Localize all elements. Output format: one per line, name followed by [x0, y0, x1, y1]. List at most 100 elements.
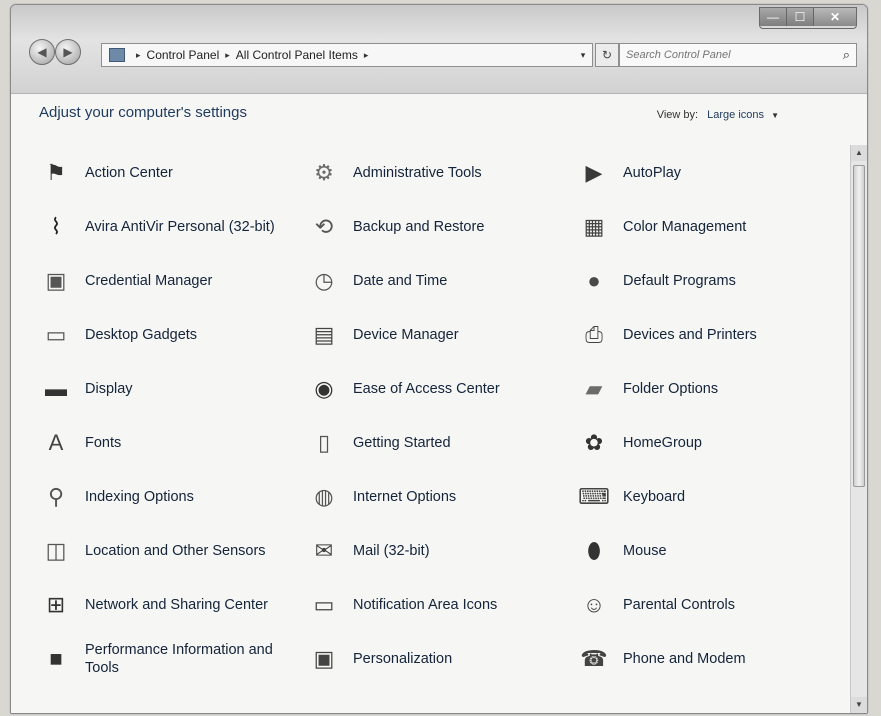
personalization-icon[interactable]: ▣ [309, 644, 339, 674]
control-panel-item-label[interactable]: Personalization [353, 650, 452, 668]
control-panel-item[interactable]: ◉ Ease of Access Center [309, 366, 559, 412]
search-box[interactable]: ⌕ [619, 43, 857, 67]
autoplay-icon[interactable]: ▶ [579, 158, 609, 188]
network-icon[interactable]: ⊞ [41, 590, 71, 620]
parental-controls-icon[interactable]: ☺ [579, 590, 609, 620]
control-panel-item-label[interactable]: Ease of Access Center [353, 380, 500, 398]
control-panel-item[interactable]: ⎙ Devices and Printers [579, 312, 829, 358]
control-panel-item-label[interactable]: Getting Started [353, 434, 451, 452]
control-panel-item[interactable]: ▤ Device Manager [309, 312, 559, 358]
control-panel-item[interactable]: ⬮ Mouse [579, 528, 829, 574]
display-icon[interactable]: ▬ [41, 374, 71, 404]
control-panel-item[interactable]: ▦ Color Management [579, 204, 829, 250]
mail-icon[interactable]: ✉ [309, 536, 339, 566]
control-panel-item[interactable]: ☺ Parental Controls [579, 582, 829, 628]
backup-icon[interactable]: ⟲ [309, 212, 339, 242]
address-dropdown-icon[interactable]: ▾ [574, 50, 592, 61]
control-panel-item-label[interactable]: Action Center [85, 164, 173, 182]
control-panel-item-label[interactable]: Desktop Gadgets [85, 326, 197, 344]
back-button[interactable]: ◀ [29, 39, 55, 65]
control-panel-item-label[interactable]: Internet Options [353, 488, 456, 506]
control-panel-item-label[interactable]: Default Programs [623, 272, 736, 290]
location-icon[interactable]: ◫ [41, 536, 71, 566]
control-panel-item[interactable]: ▯ Getting Started [309, 420, 559, 466]
control-panel-item[interactable]: ■ Performance Information and Tools [41, 636, 291, 682]
control-panel-item[interactable]: ▣ Credential Manager [41, 258, 291, 304]
control-panel-item-label[interactable]: Indexing Options [85, 488, 194, 506]
control-panel-item[interactable]: ▭ Notification Area Icons [309, 582, 559, 628]
fonts-icon[interactable]: A [41, 428, 71, 458]
control-panel-item-label[interactable]: Backup and Restore [353, 218, 484, 236]
control-panel-item[interactable]: ⚲ Indexing Options [41, 474, 291, 520]
control-panel-item-label[interactable]: Fonts [85, 434, 121, 452]
control-panel-item[interactable]: ⟲ Backup and Restore [309, 204, 559, 250]
control-panel-item-label[interactable]: Network and Sharing Center [85, 596, 268, 614]
control-panel-item-label[interactable]: Avira AntiVir Personal (32-bit) [85, 218, 275, 236]
control-panel-item-label[interactable]: Device Manager [353, 326, 459, 344]
performance-icon[interactable]: ■ [41, 644, 71, 674]
control-panel-item[interactable]: ⚙ Administrative Tools [309, 150, 559, 196]
control-panel-item-label[interactable]: Mail (32-bit) [353, 542, 430, 560]
default-programs-icon[interactable]: ● [579, 266, 609, 296]
control-panel-item-label[interactable]: Date and Time [353, 272, 447, 290]
folder-icon[interactable]: ▰ [579, 374, 609, 404]
gadgets-icon[interactable]: ▭ [41, 320, 71, 350]
phone-icon[interactable]: ☎ [579, 644, 609, 674]
breadcrumb-separator-icon[interactable]: ▸ [136, 50, 141, 61]
control-panel-item[interactable]: ▭ Desktop Gadgets [41, 312, 291, 358]
control-panel-item-label[interactable]: Location and Other Sensors [85, 542, 266, 560]
clock-icon[interactable]: ◷ [309, 266, 339, 296]
control-panel-item-label[interactable]: Display [85, 380, 133, 398]
breadcrumb-all-items[interactable]: All Control Panel Items [236, 48, 358, 62]
breadcrumb-separator-icon[interactable]: ▸ [364, 50, 369, 61]
breadcrumb-separator-icon[interactable]: ▸ [225, 50, 230, 61]
homegroup-icon[interactable]: ✿ [579, 428, 609, 458]
scroll-down-icon[interactable]: ▼ [851, 697, 867, 713]
control-panel-item[interactable]: ▣ Personalization [309, 636, 559, 682]
view-by-dropdown[interactable]: Large icons [707, 109, 764, 121]
address-bar[interactable]: ▸ Control Panel ▸ All Control Panel Item… [101, 43, 593, 67]
control-panel-item-label[interactable]: Parental Controls [623, 596, 735, 614]
control-panel-item[interactable]: ◫ Location and Other Sensors [41, 528, 291, 574]
control-panel-item[interactable]: ▶ AutoPlay [579, 150, 829, 196]
control-panel-item-label[interactable]: Notification Area Icons [353, 596, 497, 614]
control-panel-item[interactable]: ⚑ Action Center [41, 150, 291, 196]
flag-icon[interactable]: ⚑ [41, 158, 71, 188]
search-input[interactable] [620, 48, 828, 62]
color-management-icon[interactable]: ▦ [579, 212, 609, 242]
breadcrumb-control-panel[interactable]: Control Panel [147, 48, 220, 62]
control-panel-item-label[interactable]: Color Management [623, 218, 746, 236]
control-panel-item[interactable]: ● Default Programs [579, 258, 829, 304]
maximize-button[interactable]: ☐ [786, 8, 813, 26]
control-panel-item-label[interactable]: AutoPlay [623, 164, 681, 182]
control-panel-item[interactable]: ◍ Internet Options [309, 474, 559, 520]
mouse-icon[interactable]: ⬮ [579, 536, 609, 566]
printer-icon[interactable]: ⎙ [579, 320, 609, 350]
admin-tools-icon[interactable]: ⚙ [309, 158, 339, 188]
close-button[interactable]: ✕ [813, 8, 856, 26]
chevron-down-icon[interactable]: ▼ [771, 111, 779, 120]
credential-icon[interactable]: ▣ [41, 266, 71, 296]
control-panel-item-label[interactable]: Administrative Tools [353, 164, 482, 182]
control-panel-item[interactable]: ☎ Phone and Modem [579, 636, 829, 682]
control-panel-item-label[interactable]: Keyboard [623, 488, 685, 506]
control-panel-item[interactable]: ⌨ Keyboard [578, 474, 829, 520]
forward-button[interactable]: ▶ [55, 39, 81, 65]
device-manager-icon[interactable]: ▤ [309, 320, 339, 350]
control-panel-item[interactable]: A Fonts [41, 420, 291, 466]
control-panel-item[interactable]: ◷ Date and Time [309, 258, 559, 304]
control-panel-item-label[interactable]: Performance Information and Tools [85, 641, 291, 677]
control-panel-item-label[interactable]: HomeGroup [623, 434, 702, 452]
control-panel-item[interactable]: ▬ Display [41, 366, 291, 412]
getting-started-icon[interactable]: ▯ [309, 428, 339, 458]
control-panel-item[interactable]: ▰ Folder Options [579, 366, 829, 412]
refresh-button[interactable]: ↻ [595, 43, 619, 67]
avira-icon[interactable]: ⌇ [41, 212, 71, 242]
control-panel-item-label[interactable]: Phone and Modem [623, 650, 746, 668]
scroll-thumb[interactable] [853, 165, 865, 487]
internet-icon[interactable]: ◍ [309, 482, 339, 512]
control-panel-item-label[interactable]: Credential Manager [85, 272, 212, 290]
control-panel-item[interactable]: ✿ HomeGroup [579, 420, 829, 466]
control-panel-item-label[interactable]: Mouse [623, 542, 667, 560]
control-panel-item[interactable]: ✉ Mail (32-bit) [309, 528, 559, 574]
